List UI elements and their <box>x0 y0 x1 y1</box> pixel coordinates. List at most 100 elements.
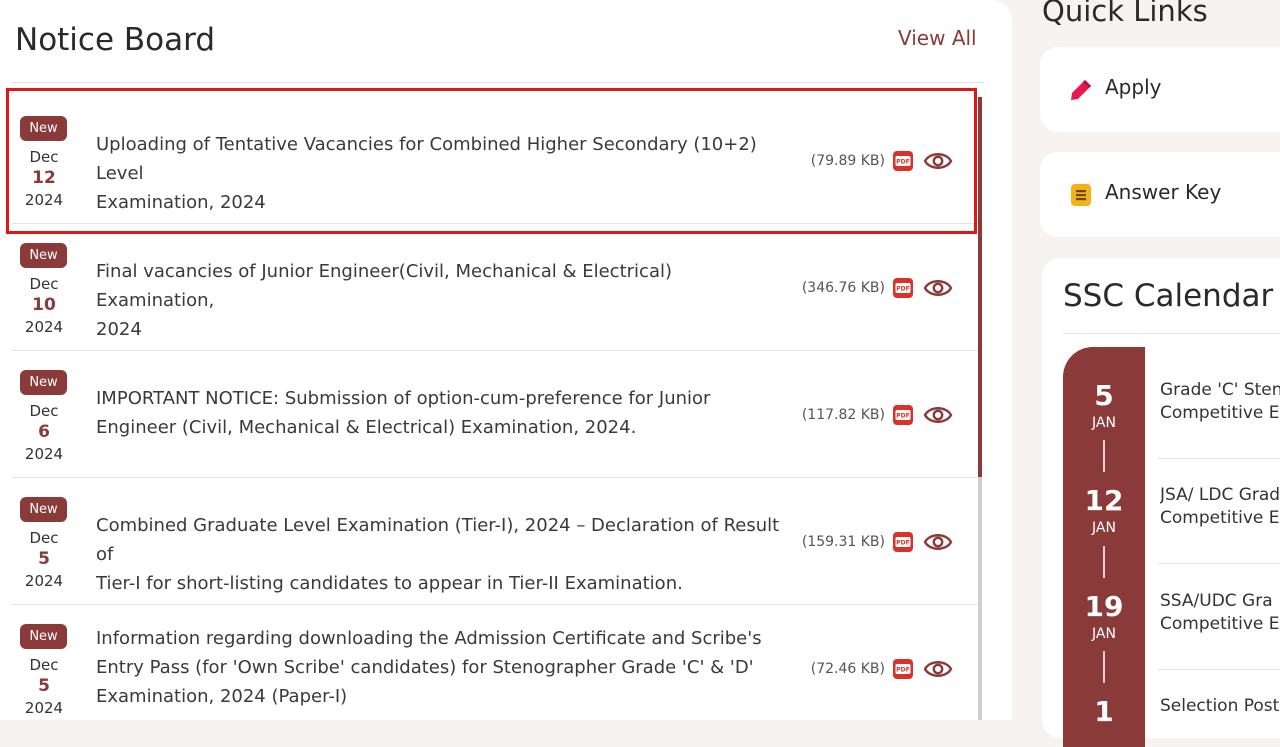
calendar-divider <box>1063 333 1280 334</box>
pdf-icon[interactable]: PDF <box>891 403 915 427</box>
new-badge: New <box>20 243 67 268</box>
notice-title-line: Engineer (Civil, Mechanical & Electrical… <box>96 417 637 438</box>
notice-title-line: 2024 <box>96 319 142 340</box>
notice-title-link[interactable]: Uploading of Tentative Vacancies for Com… <box>96 130 792 217</box>
calendar-event-day: 12 <box>1084 484 1124 517</box>
eye-icon[interactable] <box>923 275 953 301</box>
notice-title-line: Uploading of Tentative Vacancies for Com… <box>96 134 757 184</box>
notice-board-panel: Notice Board View All New Dec 12 2024 Up… <box>0 0 1012 720</box>
eye-icon[interactable] <box>923 148 953 174</box>
notice-title-line: Examination, 2024 (Paper-I) <box>96 686 348 707</box>
notice-title-link[interactable]: Information regarding downloading the Ad… <box>96 624 792 711</box>
calendar-event-line: Competitive E <box>1160 614 1280 634</box>
notice-day: 6 <box>38 422 50 442</box>
notice-year: 2024 <box>24 445 64 463</box>
notice-month: Dec <box>29 402 59 420</box>
svg-text:PDF: PDF <box>896 540 909 547</box>
pdf-icon[interactable]: PDF <box>891 149 915 173</box>
notice-item[interactable]: New Dec 5 2024 Combined Graduate Level E… <box>12 478 978 605</box>
calendar-event-text[interactable]: SSA/UDC Gra Competitive E <box>1160 590 1280 636</box>
notice-item[interactable]: New Dec 10 2024 Final vacancies of Junio… <box>12 224 978 351</box>
calendar-connector <box>1103 440 1105 472</box>
calendar-event-text[interactable]: JSA/ LDC Grad Competitive E <box>1160 484 1280 530</box>
eye-icon[interactable] <box>923 402 953 428</box>
notice-title-line: Information regarding downloading the Ad… <box>96 628 762 649</box>
quick-link-apply[interactable]: Apply <box>1040 47 1280 132</box>
document-icon <box>1071 184 1091 206</box>
notice-day: 5 <box>38 549 50 569</box>
view-all-link[interactable]: View All <box>898 26 977 50</box>
notice-day: 12 <box>32 168 56 188</box>
notice-title-link[interactable]: Combined Graduate Level Examination (Tie… <box>96 511 792 598</box>
new-badge: New <box>20 497 67 522</box>
calendar-event-month: JAN <box>1092 415 1116 431</box>
notice-title-line: Final vacancies of Junior Engineer(Civil… <box>96 261 672 311</box>
new-badge: New <box>20 624 67 649</box>
calendar-event-line: Competitive E <box>1160 508 1280 528</box>
notice-item[interactable]: New Dec 12 2024 Uploading of Tentative V… <box>12 97 978 224</box>
notice-title-link[interactable]: Final vacancies of Junior Engineer(Civil… <box>96 257 792 344</box>
svg-text:PDF: PDF <box>896 667 909 674</box>
file-size: (346.76 KB) <box>801 280 885 296</box>
notice-board-title: Notice Board <box>15 22 216 58</box>
scrollbar-thumb[interactable] <box>978 97 982 477</box>
notice-title-link[interactable]: IMPORTANT NOTICE: Submission of option-c… <box>96 384 792 442</box>
file-size: (117.82 KB) <box>801 407 885 423</box>
notice-title-line: Examination, 2024 <box>96 192 266 213</box>
notice-day: 5 <box>38 676 50 696</box>
calendar-event-line: Competitive E <box>1160 403 1280 423</box>
calendar-event-day: 1 <box>1094 695 1114 728</box>
calendar-separator <box>1158 669 1280 670</box>
quick-link-answer-key[interactable]: Answer Key <box>1040 152 1280 237</box>
eye-icon[interactable] <box>923 656 953 682</box>
svg-text:PDF: PDF <box>896 413 909 420</box>
notice-year: 2024 <box>24 318 64 336</box>
file-size: (79.89 KB) <box>810 153 885 169</box>
calendar-event-text[interactable]: Grade 'C' Sten Competitive E <box>1160 379 1280 425</box>
pdf-icon[interactable]: PDF <box>891 530 915 554</box>
notice-month: Dec <box>29 529 59 547</box>
notice-title-line: IMPORTANT NOTICE: Submission of option-c… <box>96 388 711 409</box>
notice-day: 10 <box>32 295 56 315</box>
ssc-calendar-card: SSC Calendar 5 JAN Grade 'C' Sten Compet… <box>1042 258 1280 747</box>
file-size: (72.46 KB) <box>810 661 885 677</box>
notice-month: Dec <box>29 275 59 293</box>
pencil-icon <box>1071 80 1091 100</box>
quick-link-label: Answer Key <box>1105 180 1222 204</box>
calendar-event-day: 5 <box>1094 379 1114 412</box>
calendar-event-text[interactable]: Selection Post <box>1160 695 1280 718</box>
notice-year: 2024 <box>24 699 64 717</box>
notice-year: 2024 <box>24 191 64 209</box>
notice-year: 2024 <box>24 572 64 590</box>
notice-item[interactable]: New Dec 5 2024 Information regarding dow… <box>12 605 978 732</box>
calendar-separator <box>1158 563 1280 564</box>
calendar-event-line: JSA/ LDC Grad <box>1160 485 1280 505</box>
header-divider <box>12 82 984 83</box>
notice-item[interactable]: New Dec 6 2024 IMPORTANT NOTICE: Submiss… <box>12 351 978 478</box>
calendar-event-day: 19 <box>1084 590 1124 623</box>
calendar-event-month: JAN <box>1092 626 1116 642</box>
calendar-event-month: JAN <box>1092 520 1116 536</box>
quick-links-title: Quick Links <box>1042 0 1208 28</box>
calendar-event-line: Grade 'C' Sten <box>1160 380 1280 400</box>
calendar-event-line: Selection Post <box>1160 696 1280 716</box>
ssc-calendar-title: SSC Calendar <box>1063 278 1274 314</box>
notice-title-line: Entry Pass (for 'Own Scribe' candidates)… <box>96 657 754 678</box>
notice-title-line: Combined Graduate Level Examination (Tie… <box>96 515 780 565</box>
eye-icon[interactable] <box>923 529 953 555</box>
svg-text:PDF: PDF <box>896 159 909 166</box>
calendar-event-line: SSA/UDC Gra <box>1160 591 1273 611</box>
calendar-connector <box>1103 651 1105 683</box>
svg-text:PDF: PDF <box>896 286 909 293</box>
calendar-connector <box>1103 546 1105 578</box>
pdf-icon[interactable]: PDF <box>891 657 915 681</box>
new-badge: New <box>20 370 67 395</box>
new-badge: New <box>20 116 67 141</box>
calendar-separator <box>1158 458 1280 459</box>
notice-title-line: Tier-I for short-listing candidates to a… <box>96 573 683 594</box>
notice-month: Dec <box>29 148 59 166</box>
pdf-icon[interactable]: PDF <box>891 276 915 300</box>
notice-month: Dec <box>29 656 59 674</box>
file-size: (159.31 KB) <box>801 534 885 550</box>
quick-link-label: Apply <box>1105 75 1162 99</box>
